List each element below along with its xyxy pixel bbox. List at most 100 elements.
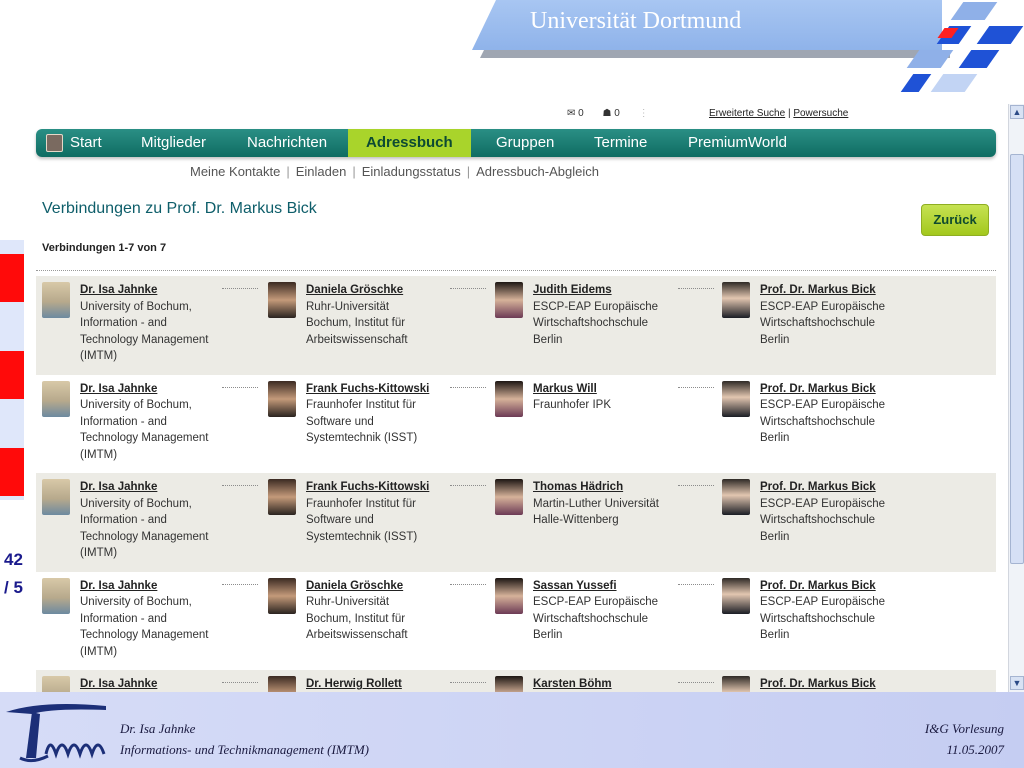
subnav-address-sync[interactable]: Adressbuch-Abgleich: [476, 164, 599, 179]
person-name-link[interactable]: Dr. Isa Jahnke: [80, 676, 240, 692]
person-organization: ESCP-EAP Europäische: [760, 300, 886, 313]
nav-gruppen[interactable]: Gruppen: [496, 129, 554, 157]
nav-termine[interactable]: Termine: [594, 129, 647, 157]
profile-photo[interactable]: [268, 479, 296, 515]
profile-photo[interactable]: [722, 479, 750, 515]
person-name-link[interactable]: Dr. Herwig Rollett: [306, 676, 466, 692]
person-name-link[interactable]: Dr. Isa Jahnke: [80, 578, 240, 595]
person-name-link[interactable]: Prof. Dr. Markus Bick: [760, 578, 920, 595]
person-organization: ESCP-EAP Europäische: [760, 497, 886, 510]
profile-photo[interactable]: [495, 479, 523, 515]
footer-author: Dr. Isa Jahnke: [120, 721, 196, 736]
person-info: Frank Fuchs-Kittowski Fraunhofer Institut…: [306, 381, 466, 447]
person-name-link[interactable]: Frank Fuchs-Kittowski: [306, 479, 466, 496]
subnav-invite[interactable]: Einladen: [296, 164, 347, 179]
person-name-link[interactable]: Prof. Dr. Markus Bick: [760, 479, 920, 496]
profile-photo[interactable]: [495, 577, 523, 614]
profile-photo[interactable]: [268, 282, 296, 318]
person-organization: Halle-Wittenberg: [533, 514, 619, 526]
profile-photo[interactable]: [495, 380, 523, 417]
profile-photo[interactable]: [722, 577, 750, 614]
person-name-link[interactable]: Thomas Hädrich: [533, 479, 693, 496]
person-organization: Bochum, Institut für: [306, 317, 406, 329]
contact-icon[interactable]: ☗ 0: [603, 108, 628, 119]
person-organization: Berlin: [533, 629, 563, 641]
person-name-link[interactable]: Frank Fuchs-Kittowski: [306, 381, 466, 398]
person-name-link[interactable]: Judith Eidems: [533, 282, 693, 299]
person-name-link[interactable]: Dr. Isa Jahnke: [80, 282, 240, 299]
red-marker: [0, 448, 24, 496]
person-info: Daniela Gröschke Ruhr-Universität Bochum, …: [306, 282, 466, 348]
connection-row: Dr. Isa JahnkeUniversity of Bochum, Infor…: [36, 375, 996, 474]
person-organization: ESCP-EAP Europäische: [760, 596, 886, 608]
power-search-link[interactable]: Powersuche: [793, 108, 848, 119]
scroll-down-icon[interactable]: ▼: [1010, 676, 1024, 690]
person-info: Sassan Yussefi ESCP-EAP Europäische Wirtsc…: [533, 578, 693, 644]
divider: [36, 270, 996, 271]
nav-adressbuch[interactable]: Adressbuch: [348, 129, 471, 157]
util-divider: ⋮: [638, 108, 649, 119]
profile-photo[interactable]: [268, 380, 296, 417]
person-info: Prof. Dr. Markus BickESCP-EAP Europäisch…: [760, 578, 920, 644]
profile-photo[interactable]: [495, 676, 523, 692]
person-name-link[interactable]: Prof. Dr. Markus Bick: [760, 381, 920, 398]
page-title: Verbindungen zu Prof. Dr. Markus Bick: [42, 200, 317, 217]
xing-screenshot: ✉ 0 ☗ 0 ⋮ Erweiterte Suche | Powersuche …: [24, 104, 1024, 692]
person-name-link[interactable]: Dr. Isa Jahnke: [80, 479, 240, 496]
xing-logo-icon: [42, 104, 162, 110]
person-name-link[interactable]: Daniela Gröschke: [306, 282, 466, 299]
connection-dots: [222, 288, 258, 289]
person-organization: (IMTM): [80, 645, 118, 658]
person-organization: (IMTM): [80, 547, 118, 559]
connection-dots: [678, 682, 714, 683]
profile-photo[interactable]: [42, 577, 70, 614]
person-organization: ESCP-EAP Europäische: [533, 596, 659, 608]
nav-mitglieder[interactable]: Mitglieder: [141, 129, 206, 157]
person-name-link[interactable]: Prof. Dr. Markus Bick: [760, 676, 920, 692]
advanced-search-link[interactable]: Erweiterte Suche: [709, 108, 785, 119]
person-name-link[interactable]: Daniela Gröschke: [306, 578, 466, 595]
person-info: Dr. Isa JahnkeUniversity of Bochum,Infor…: [80, 479, 240, 562]
person-name-link[interactable]: Markus Will: [533, 381, 693, 398]
profile-photo[interactable]: [42, 676, 70, 692]
profile-photo[interactable]: [722, 380, 750, 417]
profile-photo[interactable]: [42, 479, 70, 515]
profile-photo[interactable]: [42, 380, 70, 417]
footer-course: I&G Vorlesung: [924, 721, 1004, 736]
profile-photo[interactable]: [268, 676, 296, 692]
person-organization: Systemtechnik (ISST): [306, 530, 418, 543]
message-count: 0: [578, 108, 584, 119]
person-name-link[interactable]: Karsten Böhm: [533, 676, 693, 692]
connection-row: Dr. Isa JahnkeUniversity of Bochum, Infor…: [36, 276, 996, 375]
scrollbar[interactable]: ▲ ▼: [1008, 104, 1024, 692]
profile-photo[interactable]: [268, 577, 296, 614]
search-links: Erweiterte Suche | Powersuche: [709, 108, 848, 119]
nav-start[interactable]: Start: [70, 129, 102, 157]
profile-photo[interactable]: [722, 676, 750, 692]
scroll-up-icon[interactable]: ▲: [1010, 105, 1024, 119]
subnav-invite-status[interactable]: Einladungsstatus: [362, 164, 461, 179]
nav-premiumworld[interactable]: PremiumWorld: [688, 129, 787, 157]
profile-photo[interactable]: [42, 282, 70, 318]
person-name-link[interactable]: Prof. Dr. Markus Bick: [760, 282, 920, 299]
footer-date: 11.05.2007: [946, 742, 1004, 757]
person-organization: Arbeitswissenschaft: [306, 629, 408, 641]
profile-photo[interactable]: [722, 282, 750, 318]
red-marker: [0, 254, 24, 302]
message-icon[interactable]: ✉ 0: [567, 108, 592, 119]
person-info: Dr. Isa JahnkeUniversity of Bochum,Infor…: [80, 676, 240, 692]
person-organization: Berlin: [760, 530, 790, 543]
person-organization: ESCP-EAP Europäische: [533, 300, 659, 313]
person-name-link[interactable]: Dr. Isa Jahnke: [80, 381, 240, 398]
connection-dots: [450, 386, 486, 388]
profile-photo[interactable]: [495, 282, 523, 318]
person-organization: Ruhr-Universität: [306, 300, 390, 313]
person-organization: Fraunhofer Institut für: [306, 497, 416, 510]
person-name-link[interactable]: Sassan Yussefi: [533, 578, 693, 595]
scroll-thumb[interactable]: [1010, 154, 1024, 564]
back-button[interactable]: Zurück: [921, 204, 989, 236]
connection-dots: [450, 288, 486, 289]
subnav-contacts[interactable]: Meine Kontakte: [190, 164, 280, 179]
nav-nachrichten[interactable]: Nachrichten: [247, 129, 327, 157]
slide-footer: Dr. Isa Jahnke Informations- und Technik…: [0, 692, 1024, 768]
